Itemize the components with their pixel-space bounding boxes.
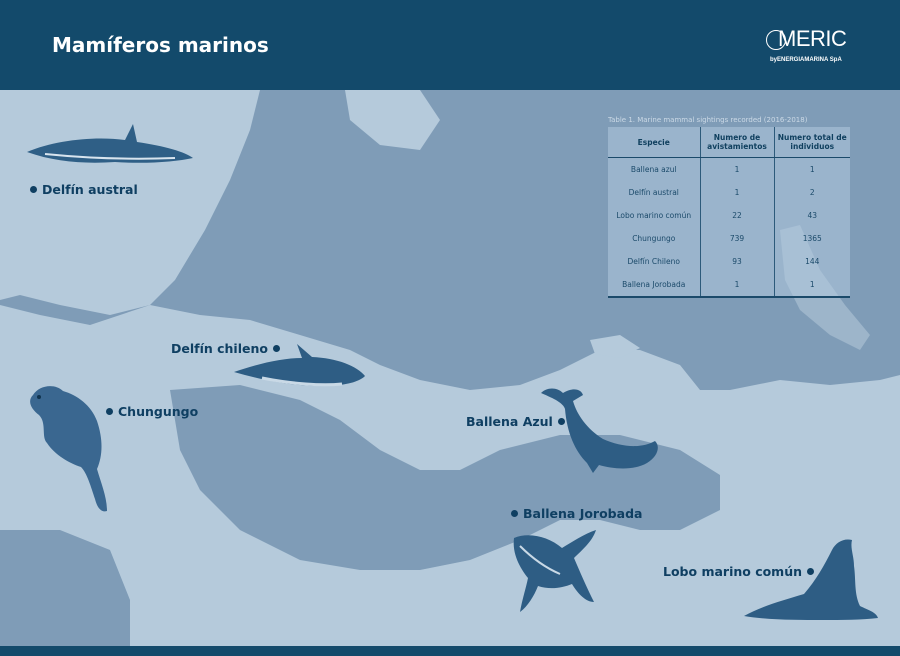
table-cell: 1 bbox=[699, 181, 774, 204]
column-header: Especie bbox=[608, 127, 700, 158]
ballena-jorobada-illustration bbox=[513, 530, 596, 612]
table-header-row: Especie Numero de avistamientos Numero t… bbox=[608, 127, 850, 158]
header-bar: Mamíferos marinos MERIC byENERGIAMARINA … bbox=[0, 0, 900, 90]
table-cell: 93 bbox=[699, 250, 774, 273]
table-row: Ballena Jorobada 1 1 bbox=[608, 273, 850, 298]
label-delfin-austral: Delfín austral bbox=[30, 182, 138, 197]
footer-bar bbox=[0, 646, 900, 656]
marker-dot bbox=[106, 408, 113, 415]
table-cell: Lobo marino común bbox=[616, 211, 692, 220]
sightings-table-container: Table 1. Marine mammal sightings recorde… bbox=[608, 116, 852, 298]
label-text: Delfín austral bbox=[42, 182, 138, 197]
label-ballena-jorobada: Ballena Jorobada bbox=[511, 506, 642, 521]
label-lobo-marino: Lobo marino común bbox=[663, 564, 815, 579]
logo-tagline: byENERGIAMARINA SpA bbox=[770, 57, 842, 63]
table-cell: 22 bbox=[699, 204, 774, 227]
table-cell: 1 bbox=[699, 273, 774, 298]
label-delfin-chileno: Delfín chileno bbox=[171, 341, 280, 356]
page-title: Mamíferos marinos bbox=[52, 33, 269, 57]
table-cell: 1365 bbox=[773, 227, 850, 250]
table-cell: 2 bbox=[773, 181, 850, 204]
table-caption: Table 1. Marine mammal sightings recorde… bbox=[608, 116, 808, 124]
marker-dot bbox=[511, 510, 518, 517]
marker-dot bbox=[30, 186, 37, 193]
lobo-marino-illustration bbox=[744, 539, 878, 620]
table-cell: 1 bbox=[773, 157, 850, 181]
table-row: Delfín austral 1 2 bbox=[608, 181, 850, 204]
dolphin-austral-illustration bbox=[27, 124, 193, 163]
label-chungungo: Chungungo bbox=[106, 404, 198, 419]
table-row: Chungungo 739 1365 bbox=[608, 227, 850, 250]
table-row: Delfín Chileno 93 144 bbox=[608, 250, 850, 273]
table-row: Ballena azul 1 1 bbox=[608, 157, 850, 181]
column-header: Numero de avistamientos bbox=[699, 127, 774, 158]
table-cell: 1 bbox=[699, 157, 774, 181]
table-cell: 144 bbox=[773, 250, 850, 273]
table-row: Lobo marino común 22 43 bbox=[608, 204, 850, 227]
table-cell: 43 bbox=[773, 204, 850, 227]
label-ballena-azul: Ballena Azul bbox=[466, 414, 565, 429]
table-cell: Delfín austral bbox=[628, 188, 679, 197]
label-text: Ballena Jorobada bbox=[523, 506, 643, 521]
marker-dot bbox=[272, 345, 280, 352]
marker-dot bbox=[557, 418, 565, 425]
chungungo-illustration bbox=[30, 386, 107, 512]
table-cell: Chungungo bbox=[632, 234, 676, 243]
meric-logo: MERIC byENERGIAMARINA SpA bbox=[764, 20, 860, 70]
column-header: Numero total de individuos bbox=[773, 127, 850, 158]
table-cell: Ballena azul bbox=[630, 165, 677, 174]
label-text: Ballena Azul bbox=[466, 414, 553, 429]
label-text: Delfín chileno bbox=[171, 341, 268, 356]
ballena-azul-illustration bbox=[541, 388, 658, 473]
logo-name: MERIC bbox=[778, 26, 847, 51]
marker-dot bbox=[807, 568, 815, 575]
table-cell: Delfín Chileno bbox=[627, 257, 680, 266]
table-cell: 739 bbox=[699, 227, 774, 250]
table-cell: 1 bbox=[773, 273, 850, 298]
sightings-table: Especie Numero de avistamientos Numero t… bbox=[608, 127, 850, 298]
label-text: Lobo marino común bbox=[663, 564, 803, 579]
label-text: Chungungo bbox=[118, 404, 199, 419]
table-cell: Ballena Jorobada bbox=[608, 273, 700, 298]
